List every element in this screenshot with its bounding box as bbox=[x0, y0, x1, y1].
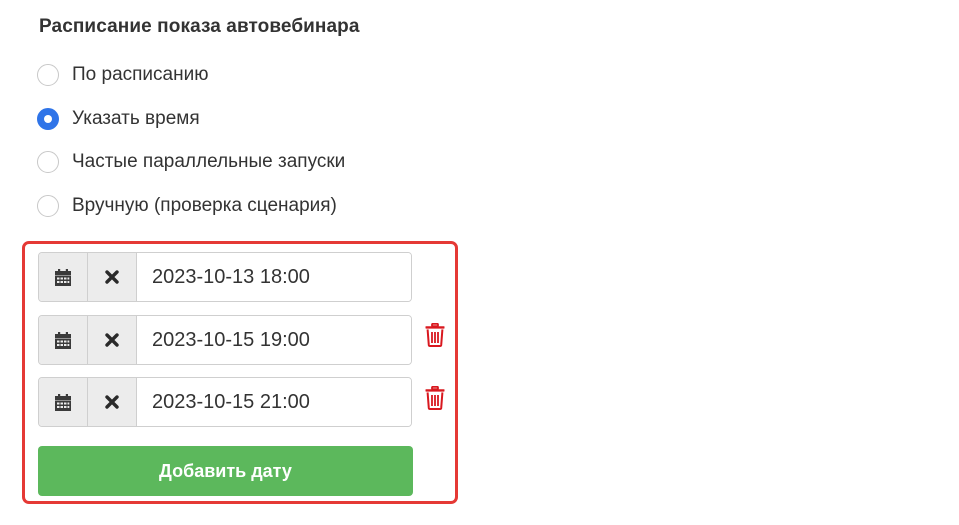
radio-option-specify-time[interactable]: Указать время bbox=[37, 106, 345, 132]
trash-icon bbox=[425, 386, 445, 410]
calendar-icon bbox=[55, 393, 71, 411]
calendar-button[interactable] bbox=[39, 378, 88, 426]
clear-button[interactable] bbox=[88, 316, 137, 364]
radio-label: По расписанию bbox=[72, 64, 209, 85]
trash-icon bbox=[425, 323, 445, 347]
date-row bbox=[38, 252, 412, 302]
calendar-button[interactable] bbox=[39, 316, 88, 364]
date-time-input[interactable] bbox=[137, 378, 411, 426]
clear-button[interactable] bbox=[88, 253, 137, 301]
delete-date-button[interactable] bbox=[424, 385, 446, 411]
radio-button[interactable] bbox=[37, 194, 59, 217]
radio-button[interactable] bbox=[37, 151, 59, 173]
radio-option-manual[interactable]: Вручную (проверка сценария) bbox=[37, 193, 345, 219]
calendar-icon bbox=[55, 268, 71, 286]
radio-button[interactable] bbox=[37, 64, 59, 86]
close-icon bbox=[105, 270, 119, 284]
schedule-page: Расписание показа автовебинара По распис… bbox=[0, 0, 959, 525]
add-date-button[interactable]: Добавить дату bbox=[38, 446, 413, 496]
radio-label: Вручную (проверка сценария) bbox=[72, 194, 337, 216]
schedule-mode-radio-group: По расписанию Указать время Частые парал… bbox=[37, 62, 345, 236]
calendar-icon bbox=[55, 331, 71, 349]
radio-option-by-schedule[interactable]: По расписанию bbox=[37, 62, 345, 88]
radio-label: Указать время bbox=[72, 107, 200, 129]
radio-option-parallel-launches[interactable]: Частые параллельные запуски bbox=[37, 149, 345, 175]
close-icon bbox=[105, 333, 119, 347]
calendar-button[interactable] bbox=[39, 253, 88, 301]
close-icon bbox=[105, 395, 119, 409]
clear-button[interactable] bbox=[88, 378, 137, 426]
delete-date-button[interactable] bbox=[424, 322, 446, 348]
date-time-input[interactable] bbox=[137, 316, 411, 364]
radio-button-selected[interactable] bbox=[37, 107, 59, 130]
radio-label: Частые параллельные запуски bbox=[72, 151, 346, 172]
date-row bbox=[38, 377, 412, 427]
section-title: Расписание показа автовебинара bbox=[39, 16, 360, 37]
date-time-input[interactable] bbox=[137, 253, 411, 301]
date-row bbox=[38, 315, 412, 365]
